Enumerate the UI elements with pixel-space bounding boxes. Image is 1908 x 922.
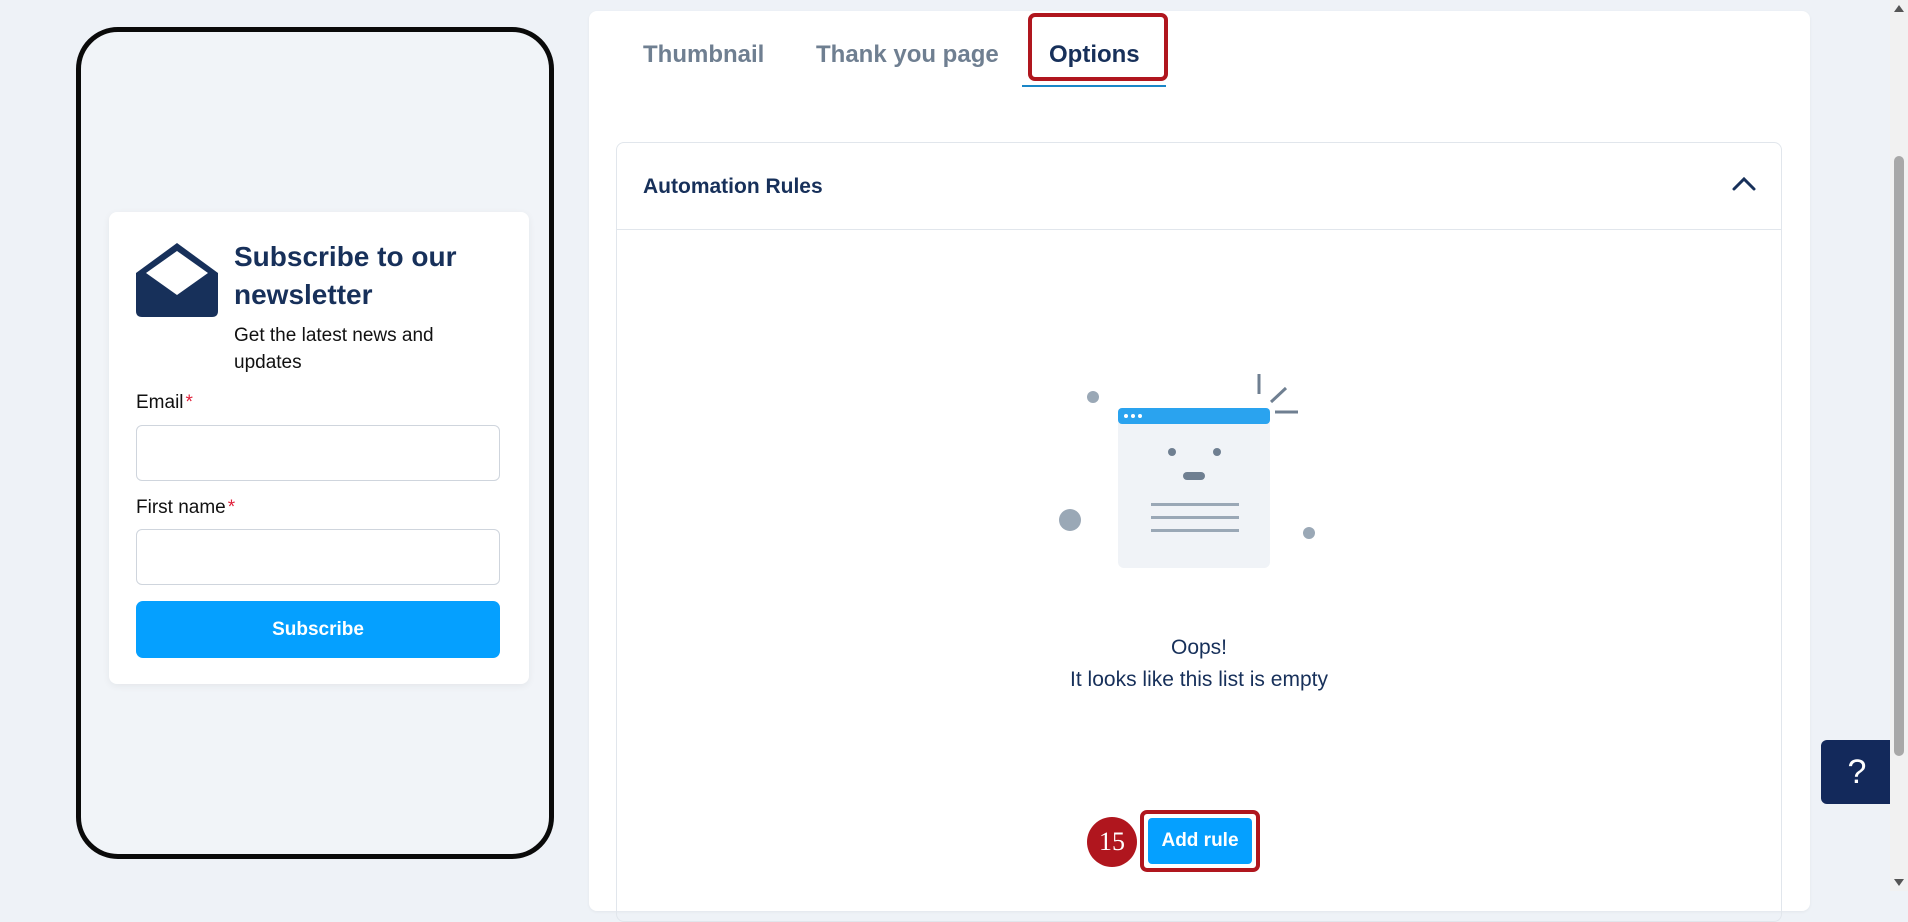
scroll-up-arrow-icon[interactable] [1894,5,1904,12]
scrollbar-thumb[interactable] [1894,156,1904,756]
chevron-up-icon[interactable] [1731,173,1757,193]
empty-title: Oops! [1170,636,1228,659]
automation-rules-header[interactable]: Automation Rules [617,143,1781,230]
newsletter-form-card: Subscribe to our newsletter Get the late… [109,212,529,684]
first-name-label-text: First name [136,497,226,518]
newsletter-title: Subscribe to our newsletter [234,241,457,310]
add-rule-button[interactable]: Add rule [1148,818,1252,864]
tab-options[interactable]: Options [1049,41,1140,69]
automation-rules-title: Automation Rules [643,175,823,198]
scroll-down-arrow-icon[interactable] [1894,879,1904,886]
tab-thank-you-page[interactable]: Thank you page [816,41,999,69]
first-name-label: First name * [136,497,235,519]
add-rule-highlight: Add rule [1140,810,1260,872]
email-field[interactable] [136,425,500,481]
subscribe-button[interactable]: Subscribe [136,601,500,658]
email-label: Email * [136,392,193,414]
active-tab-underline [1022,85,1166,87]
email-label-text: Email [136,392,184,413]
required-mark: * [185,392,193,413]
empty-message: It looks like this list is empty [1070,668,1328,691]
tab-thumbnail[interactable]: Thumbnail [643,41,764,69]
page-scrollbar[interactable] [1890,0,1908,891]
automation-rules-section: Automation Rules Oops! It looks like thi… [616,142,1782,922]
first-name-field[interactable] [136,529,500,585]
envelope-open-icon [136,243,218,317]
required-mark: * [227,497,236,518]
phone-preview-frame: Subscribe to our newsletter Get the late… [76,27,554,859]
empty-list-illustration [1059,374,1315,568]
newsletter-subtitle: Get the latest news and updates [234,325,434,373]
step-number-badge: 15 [1087,817,1137,867]
options-panel: Thumbnail Thank you page Options Automat… [589,11,1810,922]
help-button[interactable]: ? [1821,740,1893,804]
